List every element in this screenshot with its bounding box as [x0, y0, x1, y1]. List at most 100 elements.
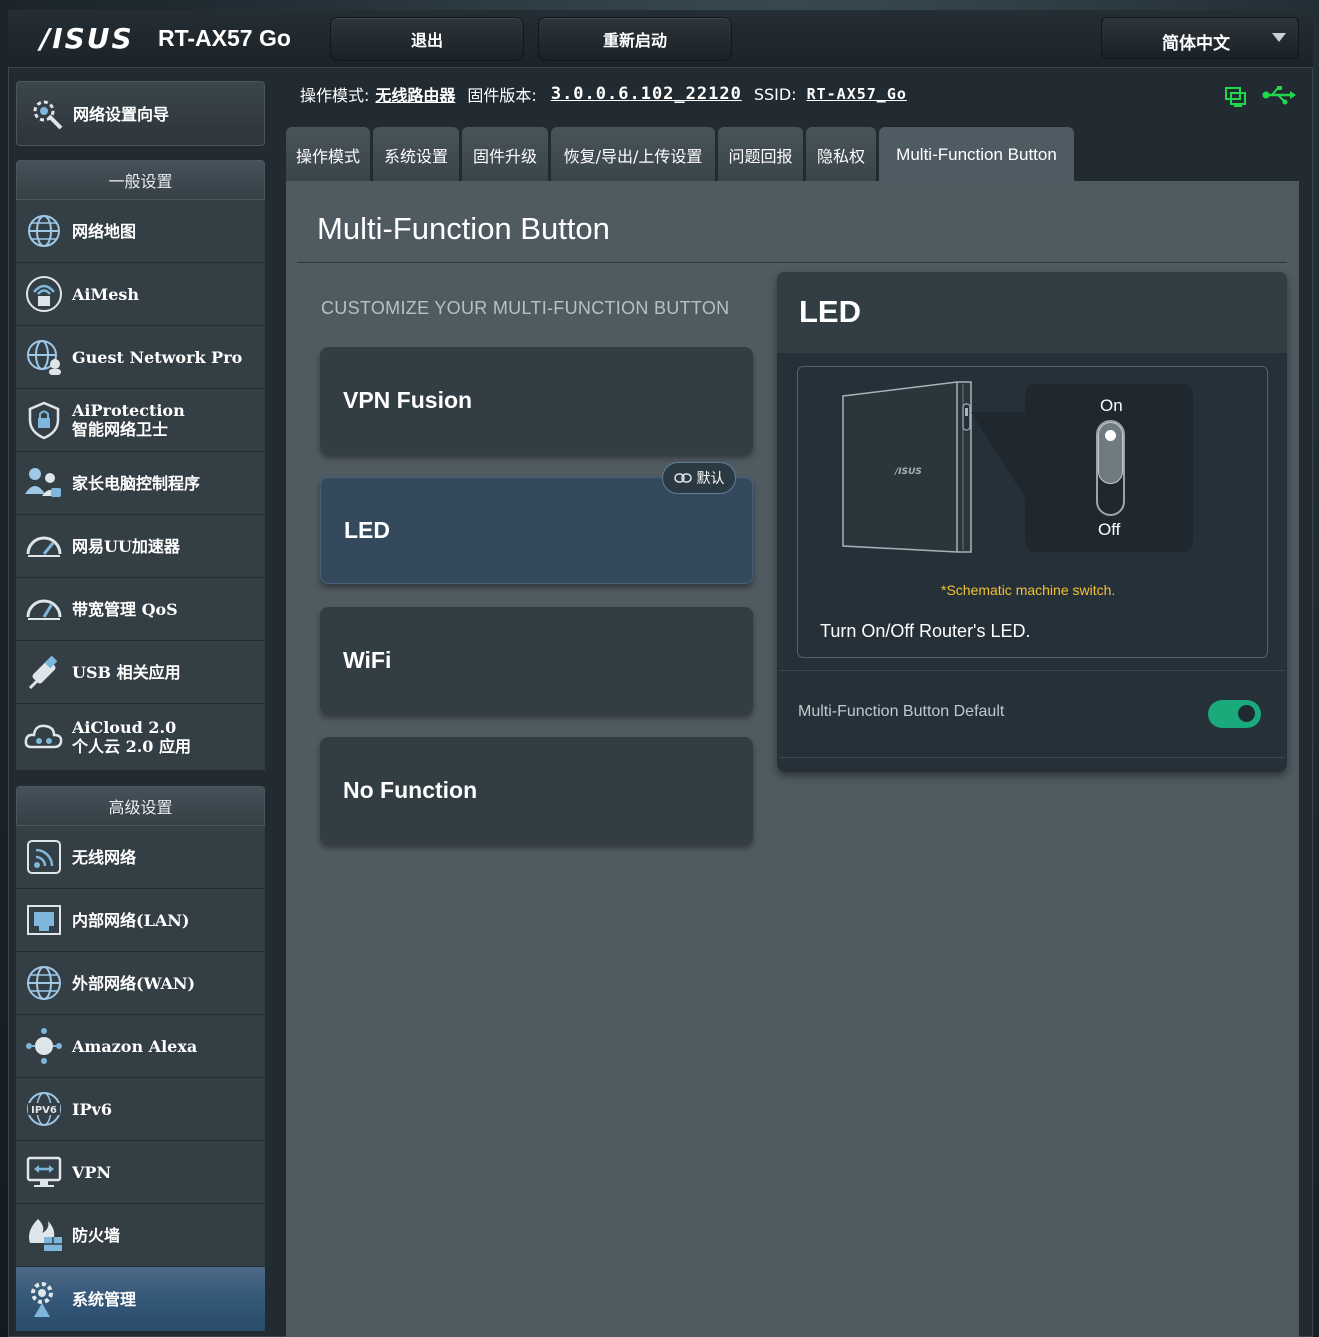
- wan-globe-icon: [27, 966, 61, 1000]
- firmware-version-link[interactable]: 3.0.0.6.102_22120: [551, 84, 742, 104]
- sidebar-item-qos[interactable]: 带宽管理 QoS: [16, 578, 265, 641]
- sidebar-item-label: 网易UU加速器: [72, 536, 180, 556]
- sidebar-item-label: 防火墙: [72, 1225, 121, 1245]
- aimesh-icon: [26, 276, 62, 312]
- wizard-wrench-icon: [33, 100, 63, 130]
- firewall-icon: [29, 1219, 62, 1251]
- sidebar-item-uu-booster[interactable]: 网易UU加速器: [16, 515, 265, 578]
- usb-status-icon: [1262, 86, 1296, 105]
- sidebar-item-label: Amazon Alexa: [72, 1036, 198, 1056]
- option-no-function[interactable]: No Function: [320, 737, 753, 844]
- option-vpn-fusion[interactable]: VPN Fusion: [320, 347, 753, 454]
- mode-label: 操作模式:: [300, 86, 370, 105]
- tab-operation-mode[interactable]: 操作模式: [286, 127, 370, 182]
- sidebar-item-label-group: AiProtection 智能网络卫士: [72, 401, 185, 439]
- led-panel-title: LED: [799, 294, 861, 329]
- mfb-default-label: Multi-Function Button Default: [798, 703, 1005, 720]
- ssid-value-link[interactable]: RT-AX57_Go: [807, 85, 907, 103]
- ipv6-icon: IPV6: [27, 1092, 61, 1126]
- guest-network-icon: [27, 340, 61, 375]
- sidebar-item-lan[interactable]: 内部网络(LAN): [16, 889, 265, 952]
- sidebar-item-label: 系统管理: [72, 1289, 137, 1309]
- sidebar-item-wireless[interactable]: 无线网络: [16, 826, 265, 889]
- option-label: No Function: [343, 777, 478, 803]
- sidebar-item-aiprotection[interactable]: AiProtection 智能网络卫士: [16, 389, 265, 452]
- sidebar-item-guest-network[interactable]: Guest Network Pro: [16, 326, 265, 389]
- mode-value-link[interactable]: 无线路由器: [375, 82, 455, 106]
- sidebar-item-label: 网络地图: [72, 221, 137, 241]
- sidebar-item-sublabel: 智能网络卫士: [72, 420, 169, 439]
- logout-button[interactable]: 退出: [330, 17, 524, 61]
- sidebar-item-firewall[interactable]: 防火墙: [16, 1204, 265, 1267]
- status-icons: [1224, 82, 1304, 116]
- default-badge: 默认: [662, 462, 736, 494]
- switch-off-label: Off: [1098, 520, 1121, 539]
- tab-multi-function-button[interactable]: Multi-Function Button: [879, 127, 1074, 182]
- parental-control-icon: [25, 468, 61, 497]
- sidebar-item-ipv6[interactable]: IPV6 IPv6: [16, 1078, 265, 1141]
- sidebar-item-sublabel: 个人云 2.0 应用: [72, 737, 191, 756]
- cloud-icon: [24, 724, 63, 749]
- reboot-button[interactable]: 重新启动: [538, 17, 732, 61]
- usb-icon: [28, 655, 58, 690]
- sidebar-item-label: 家长电脑控制程序: [72, 473, 201, 493]
- toggle-knob[interactable]: [1238, 705, 1255, 722]
- sidebar-item-label: 无线网络: [72, 847, 137, 867]
- option-label: VPN Fusion: [343, 387, 473, 413]
- network-setup-wizard-button[interactable]: 网络设置向导: [16, 81, 265, 146]
- sidebar-item-usb-apps[interactable]: USB 相关应用: [16, 641, 265, 704]
- option-label: LED: [344, 517, 390, 543]
- chevron-down-icon: [1272, 33, 1286, 42]
- sidebar-item-parental-control[interactable]: 家长电脑控制程序: [16, 452, 265, 515]
- panel-bottom-divider: [779, 757, 1285, 758]
- advanced-settings-header: 高级设置: [16, 786, 265, 826]
- svg-text:IPV6: IPV6: [31, 1105, 57, 1116]
- tab-privacy[interactable]: 隐私权: [806, 127, 876, 182]
- led-description: Turn On/Off Router's LED.: [820, 621, 1031, 641]
- sidebar-item-label: AiProtection: [72, 401, 185, 420]
- tab-feedback[interactable]: 问题回报: [718, 127, 803, 182]
- panel-divider: [779, 670, 1285, 671]
- sidebar-item-label: 外部网络(WAN): [72, 973, 196, 993]
- sidebar-item-label: Guest Network Pro: [72, 347, 243, 367]
- qos-gauge-icon: [26, 599, 62, 620]
- sidebar-item-label: USB 相关应用: [72, 662, 181, 682]
- title-divider: [297, 262, 1287, 263]
- switch-indicator-dot: [1105, 430, 1116, 441]
- wireless-icon: [27, 840, 61, 874]
- router-model: RT-AX57 Go: [158, 25, 291, 51]
- asus-logo[interactable]: /ISUS: [40, 22, 134, 55]
- wizard-label: 网络设置向导: [73, 105, 170, 124]
- sidebar-item-network-map[interactable]: 网络地图: [16, 200, 265, 263]
- system-admin-icon: [31, 1282, 53, 1317]
- sidebar-item-aicloud[interactable]: AiCloud 2.0 个人云 2.0 应用: [16, 704, 265, 771]
- sidebar-item-label-group: AiCloud 2.0 个人云 2.0 应用: [72, 718, 191, 756]
- general-settings-header: 一般设置: [16, 160, 265, 200]
- ssid-label: SSID:: [753, 84, 797, 104]
- tab-restore-save-upload[interactable]: 恢复/导出/上传设置: [551, 127, 715, 182]
- customize-subheading: CUSTOMIZE YOUR MULTI-FUNCTION BUTTON: [321, 298, 730, 318]
- language-select[interactable]: 简体中文: [1101, 17, 1299, 59]
- tab-firmware-upgrade[interactable]: 固件升级: [462, 127, 548, 182]
- sidebar-item-label: 带宽管理 QoS: [72, 599, 178, 619]
- shield-lock-icon: [28, 401, 60, 440]
- sidebar-item-label: VPN: [72, 1162, 112, 1182]
- option-wifi[interactable]: WiFi: [320, 607, 753, 714]
- link-icon: [673, 473, 692, 483]
- option-label: WiFi: [343, 647, 392, 673]
- sidebar-item-vpn[interactable]: VPN: [16, 1141, 265, 1204]
- sidebar-item-alexa[interactable]: Amazon Alexa: [16, 1015, 265, 1078]
- network-status-icon[interactable]: [1224, 82, 1304, 112]
- tab-system[interactable]: 系统设置: [373, 127, 459, 182]
- sidebar-item-label: 内部网络(LAN): [72, 910, 190, 930]
- sidebar-item-administration[interactable]: 系统管理: [16, 1267, 265, 1332]
- speedometer-icon: [26, 536, 62, 557]
- lan-icon: [27, 905, 61, 935]
- firmware-label: 固件版本:: [467, 86, 537, 105]
- status-infobar: 操作模式: 无线路由器 固件版本: 3.0.0.6.102_22120 SSID…: [300, 82, 907, 106]
- page-title: Multi-Function Button: [317, 211, 610, 246]
- sidebar-item-aimesh[interactable]: AiMesh: [16, 263, 265, 326]
- router-illustration: /ISUS: [842, 381, 1025, 553]
- vpn-icon: [26, 1156, 62, 1187]
- sidebar-item-wan[interactable]: 外部网络(WAN): [16, 952, 265, 1015]
